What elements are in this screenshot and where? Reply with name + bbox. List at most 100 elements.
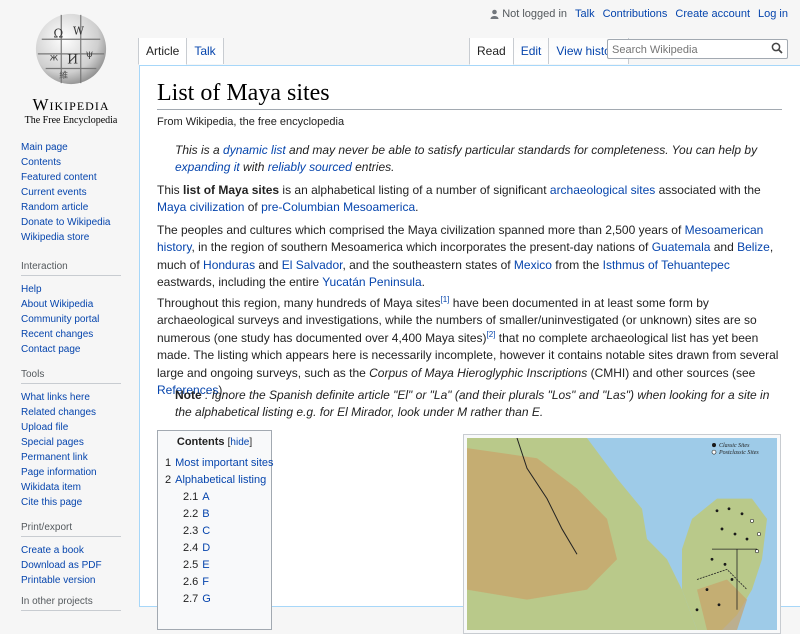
toc-item[interactable]: 2.5 E <box>165 557 264 574</box>
paragraph-text: Throughout this region, many hundreds of… <box>157 296 441 310</box>
intro-paragraph: This list of Maya sites is an alphabetic… <box>157 182 782 217</box>
personal-tools: Not logged in Talk Contributions Create … <box>490 8 788 20</box>
maya-civilization-link[interactable]: Maya civilization <box>157 200 244 214</box>
sidebar-item-current-events[interactable]: Current events <box>21 187 87 198</box>
toc-link[interactable]: G <box>202 593 211 605</box>
toc-number: 2.2 <box>183 508 199 520</box>
isthmus-of-tehuantepec-link[interactable]: Isthmus of Tehuantepec <box>603 258 730 272</box>
article-content: List of Maya sites From Wikipedia, the f… <box>139 65 800 634</box>
hatnote-text: entries. <box>351 160 395 175</box>
paragraph-text: eastwards, including the entire <box>157 275 323 290</box>
paragraph-text: , and the southeastern states of <box>342 257 514 272</box>
toc-number: 2.5 <box>183 559 199 571</box>
sidebar-item-page-information[interactable]: Page information <box>21 467 97 478</box>
sidebar-item-about[interactable]: About Wikipedia <box>21 299 93 310</box>
sidebar-item-community-portal[interactable]: Community portal <box>21 314 99 325</box>
dynamic-list-link[interactable]: dynamic list <box>223 143 286 157</box>
hatnote-text: This is a <box>175 143 224 157</box>
sidebar-item-what-links-here[interactable]: What links here <box>21 392 90 403</box>
sidebar-item-cite-this-page[interactable]: Cite this page <box>21 497 82 508</box>
page-title: List of Maya sites <box>157 80 782 110</box>
tab-read[interactable]: Read <box>469 38 514 65</box>
mexico-link[interactable]: Mexico <box>514 258 552 272</box>
expanding-it-link[interactable]: expanding it <box>175 160 240 174</box>
toc-number: 2.4 <box>183 542 199 554</box>
toc-link[interactable]: Most important sites <box>175 457 273 469</box>
tools-portal: Tools What links here Related changes Up… <box>0 369 140 510</box>
paragraph-text: and <box>255 257 282 272</box>
contributions-link[interactable]: Contributions <box>603 8 668 20</box>
sidebar-item-main-page[interactable]: Main page <box>21 142 68 153</box>
maya-sites-map[interactable]: Classic Sites Postclassic Sites <box>463 434 781 634</box>
sidebar-item-download-pdf[interactable]: Download as PDF <box>21 560 102 571</box>
toc-link[interactable]: E <box>202 559 209 571</box>
create-account-link[interactable]: Create account <box>675 8 750 20</box>
svg-text:W: W <box>73 24 84 37</box>
sidebar-item-wikidata-item[interactable]: Wikidata item <box>21 482 81 493</box>
svg-text:ψ: ψ <box>86 49 94 60</box>
toc-link[interactable]: B <box>202 508 209 520</box>
wikipedia-tagline: The Free Encyclopedia <box>24 115 118 126</box>
hatnote-text: with <box>239 160 268 175</box>
toc-item[interactable]: 2.3 C <box>165 523 264 540</box>
other-projects-heading: In other projects <box>21 596 121 611</box>
yucatan-peninsula-link[interactable]: Yucatán Peninsula <box>322 275 421 289</box>
hatnote-text: and may never be able to satisfy particu… <box>285 143 758 157</box>
sidebar-item-store[interactable]: Wikipedia store <box>21 232 89 243</box>
toc-item[interactable]: 2 Alphabetical listing <box>165 472 266 489</box>
tab-talk[interactable]: Talk <box>187 38 224 64</box>
guatemala-link[interactable]: Guatemala <box>652 240 711 254</box>
puzzle-globe-icon: Ω W ж ψ И 維 <box>35 10 107 85</box>
wikipedia-wordmark: Wikipedia <box>32 95 110 114</box>
sidebar-item-contact-page[interactable]: Contact page <box>21 344 81 355</box>
sidebar-item-recent-changes[interactable]: Recent changes <box>21 329 93 340</box>
toc-link[interactable]: C <box>202 525 210 537</box>
sidebar-item-related-changes[interactable]: Related changes <box>21 407 96 418</box>
archaeological-sites-link[interactable]: archaeological sites <box>550 183 655 197</box>
svg-text:И: И <box>67 52 78 67</box>
search-icon[interactable] <box>771 42 783 54</box>
belize-link[interactable]: Belize <box>737 240 770 254</box>
toc-item[interactable]: 1 Most important sites <box>165 455 274 472</box>
table-of-contents: Contents [hide] 1 Most important sites 2A… <box>157 430 274 630</box>
paragraph-text: and <box>710 240 738 255</box>
pre-columbian-mesoamerica-link[interactable]: pre-Columbian Mesoamerica <box>261 200 415 214</box>
sidebar-item-donate[interactable]: Donate to Wikipedia <box>21 217 111 228</box>
svg-text:ж: ж <box>50 53 59 64</box>
sidebar-item-permanent-link[interactable]: Permanent link <box>21 452 88 463</box>
wikipedia-logo[interactable]: Ω W ж ψ И 維 Wikipedia The Free Encyclope… <box>8 10 134 126</box>
toc-link[interactable]: F <box>202 576 209 588</box>
region-paragraph: The peoples and cultures which comprised… <box>157 222 782 292</box>
site-subtitle: From Wikipedia, the free encyclopedia <box>157 116 345 128</box>
toc-item[interactable]: 2.4 D <box>165 540 264 557</box>
toc-hide-link[interactable]: hide <box>230 437 249 448</box>
user-icon <box>490 9 499 19</box>
sidebar-item-printable-version[interactable]: Printable version <box>21 575 95 586</box>
tab-article[interactable]: Article <box>138 38 188 65</box>
legend-classic-sites: Classic Sites <box>719 443 750 449</box>
talk-link[interactable]: Talk <box>575 8 595 20</box>
toc-link[interactable]: A <box>202 491 209 503</box>
navigation-portal: Main page Contents Featured content Curr… <box>0 140 140 245</box>
search-input[interactable] <box>608 42 766 58</box>
sidebar-item-random-article[interactable]: Random article <box>21 202 88 213</box>
article-note: Note : Ignore the Spanish definite artic… <box>157 387 782 422</box>
toc-item[interactable]: 2.1 A <box>165 489 264 506</box>
tab-edit[interactable]: Edit <box>513 38 550 64</box>
toc-item[interactable]: 2.6 F <box>165 574 264 591</box>
sidebar-item-featured-content[interactable]: Featured content <box>21 172 97 183</box>
sidebar-item-create-book[interactable]: Create a book <box>21 545 84 556</box>
toc-item[interactable]: 2.2 B <box>165 506 264 523</box>
log-in-link[interactable]: Log in <box>758 8 788 20</box>
sidebar-item-upload-file[interactable]: Upload file <box>21 422 68 433</box>
toc-link[interactable]: Alphabetical listing <box>175 474 266 486</box>
toc-link[interactable]: D <box>202 542 210 554</box>
tools-heading: Tools <box>21 369 121 384</box>
honduras-link[interactable]: Honduras <box>203 258 255 272</box>
dynamic-list-hatnote: This is a dynamic list and may never be … <box>157 142 782 177</box>
sidebar-item-special-pages[interactable]: Special pages <box>21 437 84 448</box>
reliably-sourced-link[interactable]: reliably sourced <box>268 160 352 174</box>
sidebar-item-help[interactable]: Help <box>21 284 42 295</box>
el-salvador-link[interactable]: El Salvador <box>282 258 343 272</box>
sidebar-item-contents[interactable]: Contents <box>21 157 61 168</box>
